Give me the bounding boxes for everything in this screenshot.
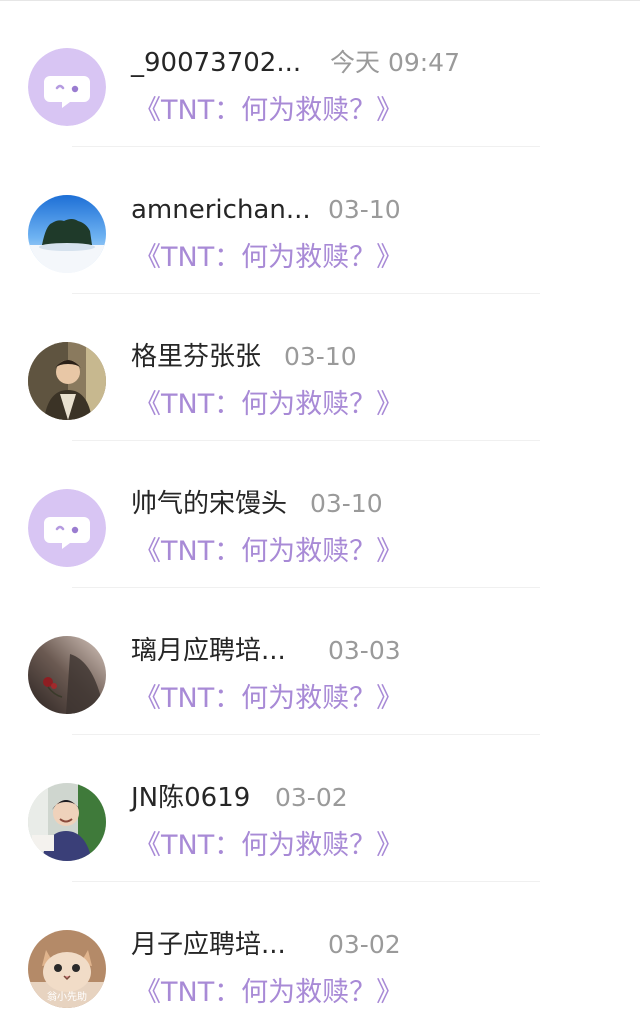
comment-time: 03-03	[328, 636, 401, 665]
comment-list-item[interactable]: 璃月应聘培... 03-03 《TNT：何为救赎？》	[0, 588, 640, 735]
comment-list-item[interactable]: 帅气的宋馒头 03-10 《TNT：何为救赎？》	[0, 441, 640, 588]
comment-time: 今天 09:47	[330, 48, 460, 77]
username[interactable]: JN陈0619	[131, 781, 250, 815]
comment-list-item[interactable]: 翁小先助 月子应聘培... 03-02 《TNT：何为救赎？》	[0, 882, 640, 1029]
comment-list-item[interactable]: _90073702... 今天 09:47 《TNT：何为救赎？》	[0, 0, 640, 147]
post-title-link[interactable]: 《TNT：何为救赎？》	[134, 534, 403, 570]
rose-photo-avatar[interactable]	[28, 636, 106, 714]
snow-landscape-avatar[interactable]	[28, 195, 106, 273]
username[interactable]: 帅气的宋馒头	[131, 487, 287, 521]
comment-list-item[interactable]: JN陈0619 03-02 《TNT：何为救赎？》	[0, 735, 640, 882]
post-title-link[interactable]: 《TNT：何为救赎？》	[134, 93, 403, 129]
comment-list-item[interactable]: amnerichan... 03-10 《TNT：何为救赎？》	[0, 147, 640, 294]
cat-photo-avatar[interactable]: 翁小先助	[28, 930, 106, 1008]
smiling-person-avatar[interactable]	[28, 783, 106, 861]
post-title-link[interactable]: 《TNT：何为救赎？》	[134, 828, 403, 864]
post-title-link[interactable]: 《TNT：何为救赎？》	[134, 975, 403, 1011]
comment-time: 03-10	[310, 489, 383, 518]
post-title-link[interactable]: 《TNT：何为救赎？》	[134, 681, 403, 717]
username[interactable]: _90073702...	[131, 46, 301, 80]
default-chat-avatar-icon[interactable]	[28, 48, 106, 126]
username[interactable]: 格里芬张张	[131, 340, 261, 374]
username[interactable]: 璃月应聘培...	[131, 634, 286, 668]
person-photo-avatar[interactable]	[28, 342, 106, 420]
comment-time: 03-02	[328, 930, 401, 959]
comment-time: 03-10	[284, 342, 357, 371]
post-title-link[interactable]: 《TNT：何为救赎？》	[134, 240, 403, 276]
username[interactable]: 月子应聘培...	[131, 928, 286, 962]
username[interactable]: amnerichan...	[131, 193, 311, 227]
post-title-link[interactable]: 《TNT：何为救赎？》	[134, 387, 403, 423]
comment-time: 03-10	[328, 195, 401, 224]
default-chat-avatar-icon[interactable]	[28, 489, 106, 567]
avatar-caption: 翁小先助	[47, 990, 87, 1003]
comment-time: 03-02	[275, 783, 348, 812]
comment-list-item[interactable]: 格里芬张张 03-10 《TNT：何为救赎？》	[0, 294, 640, 441]
